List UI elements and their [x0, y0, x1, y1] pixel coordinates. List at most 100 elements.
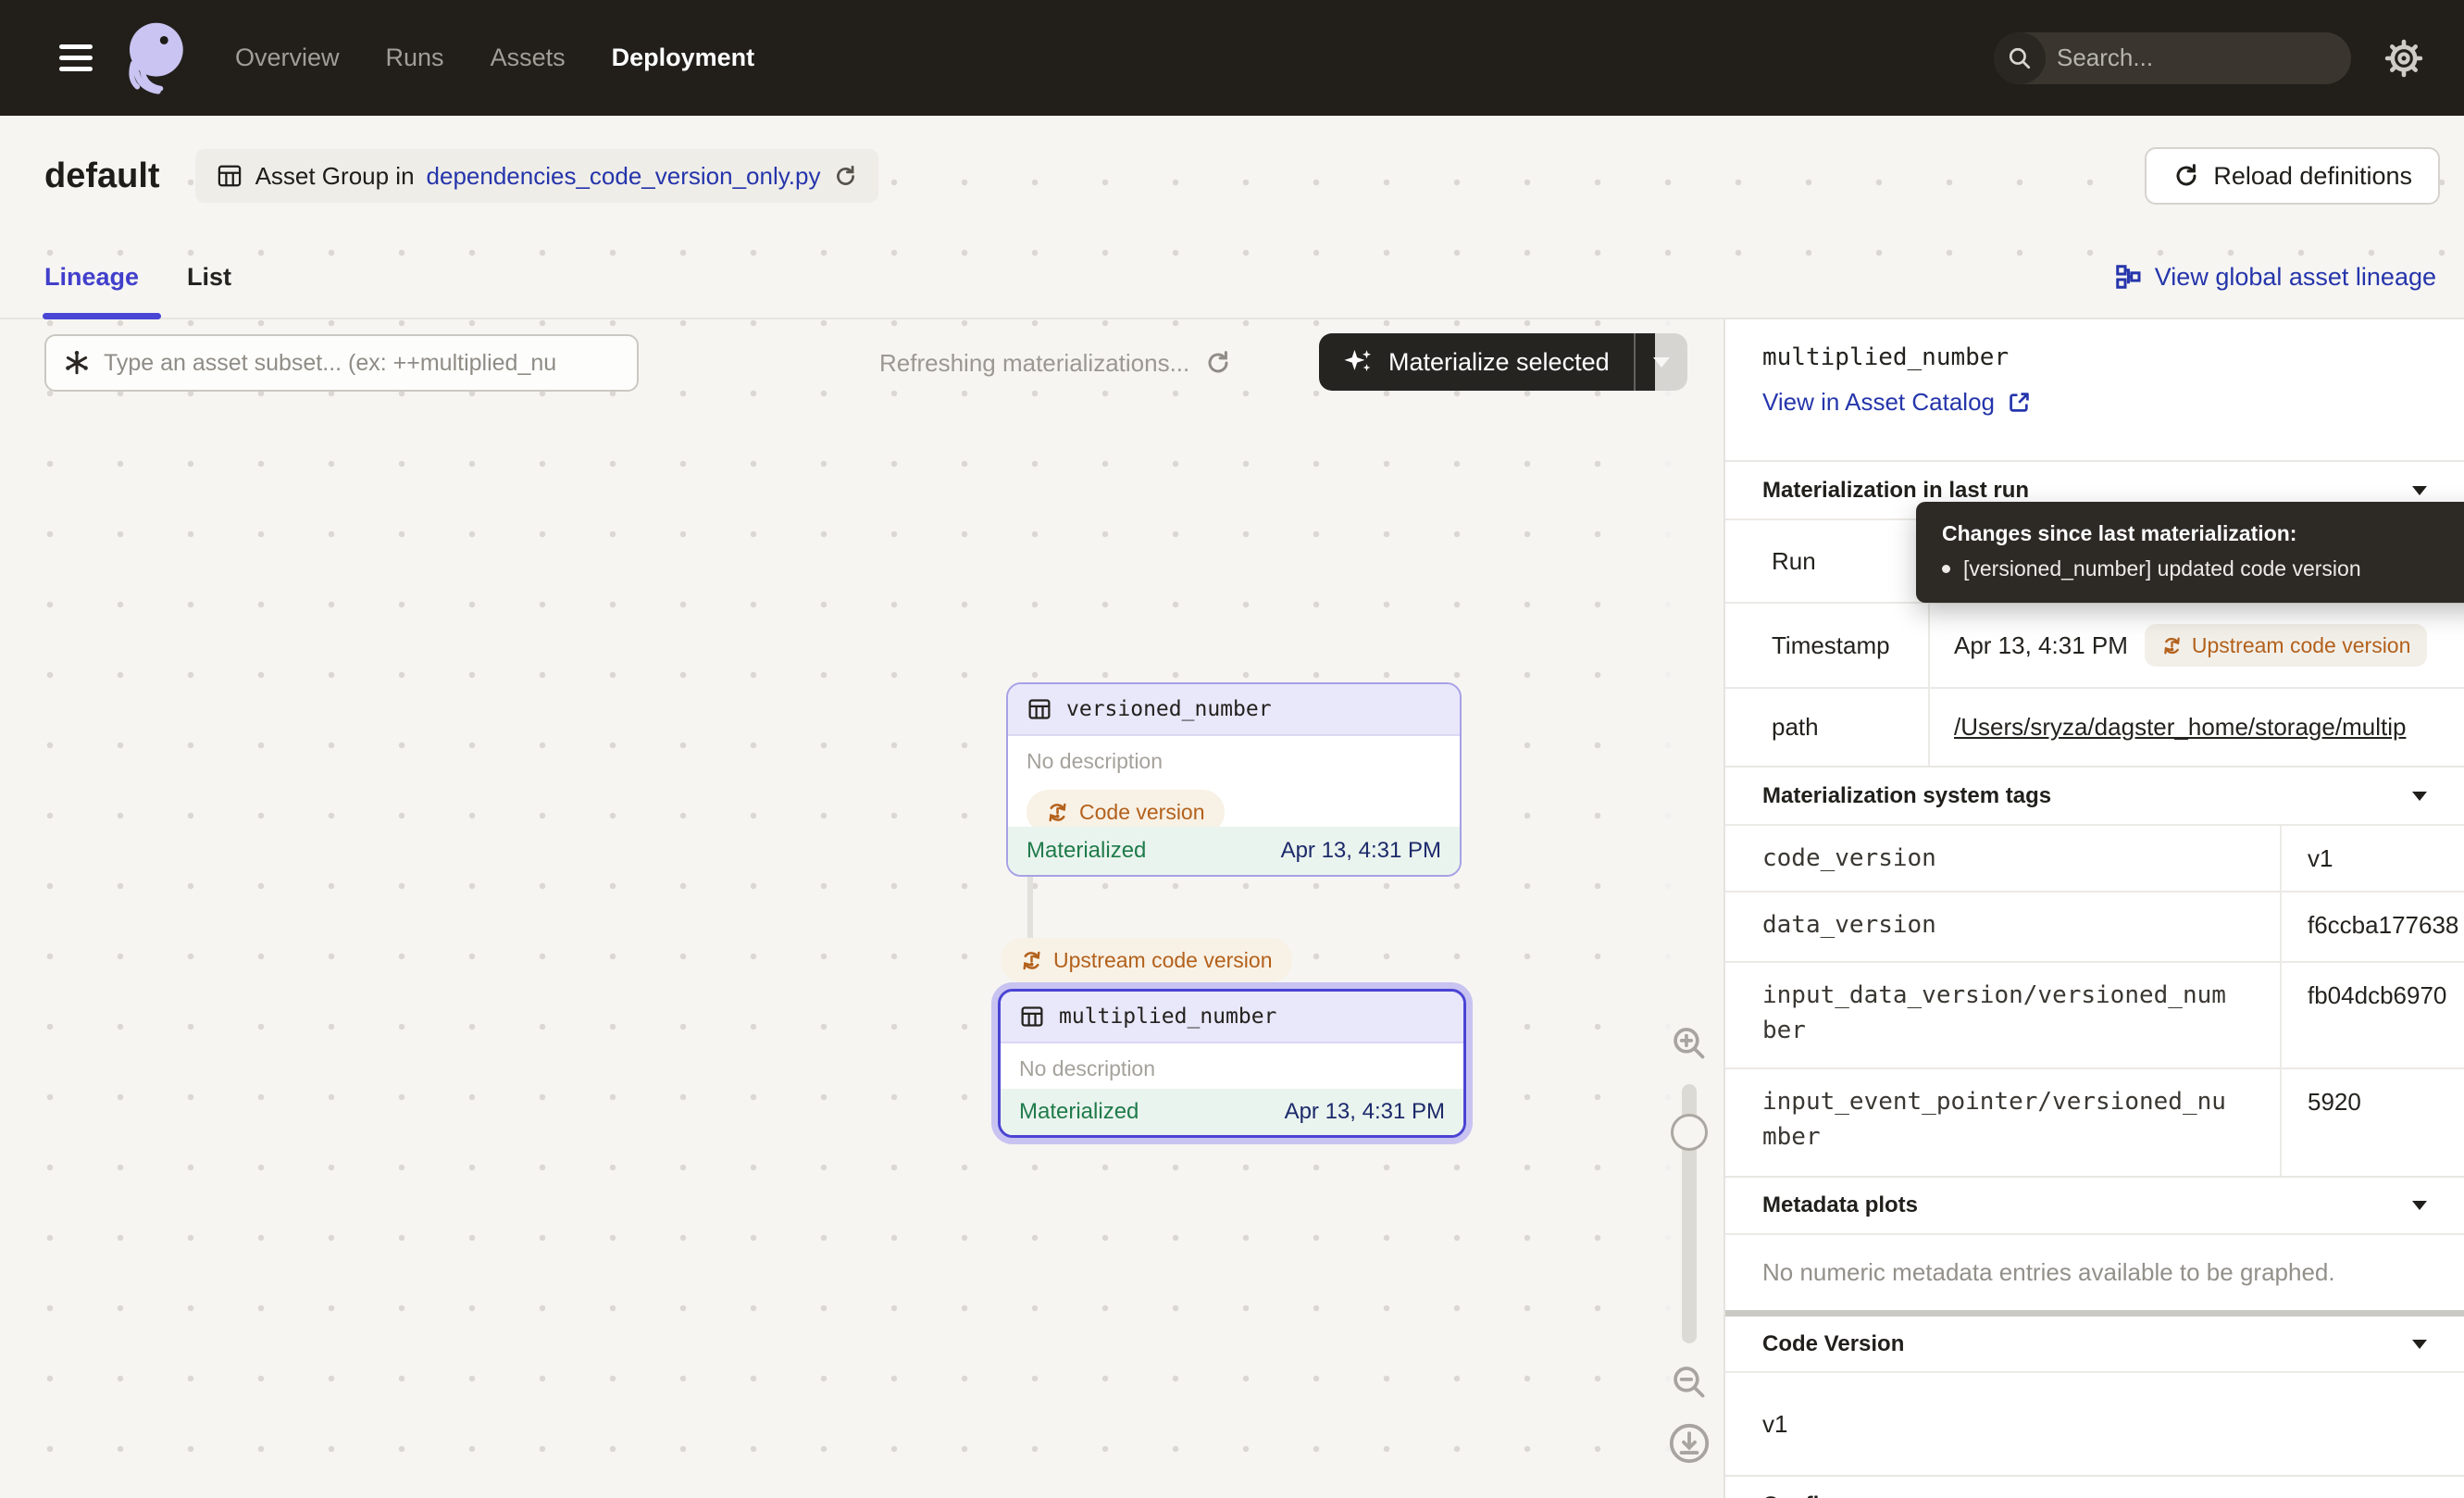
nav-item-assets[interactable]: Assets — [491, 44, 566, 72]
tooltip-item: [versioned_number] updated code version — [1942, 556, 2464, 581]
sync-alert-icon — [1046, 801, 1069, 824]
section-header-label: Code Version — [1762, 1331, 1904, 1357]
tag-row-code-version: code_version v1 — [1725, 824, 2464, 891]
tag-key: input_event_pointer/versioned_number — [1725, 1069, 2280, 1176]
materialized-status: Materialized — [1019, 1099, 1139, 1125]
reload-icon — [2172, 162, 2200, 190]
tag-row-input-event-pointer: input_event_pointer/versioned_number 592… — [1725, 1067, 2464, 1176]
tooltip-title: Changes since last materialization: — [1942, 521, 2464, 546]
collapse-caret-icon — [2412, 792, 2427, 801]
page-title: default — [44, 156, 160, 196]
asset-node-versioned-number[interactable]: versioned_number No description — [1006, 682, 1462, 877]
section-header-label: Materialization system tags — [1762, 783, 2051, 809]
tag-value: 5920 — [2280, 1069, 2464, 1176]
section-header-label: Materialization in last run — [1762, 478, 2029, 504]
collapse-caret-icon — [2412, 1340, 2427, 1349]
tag-value: f6ccba177638 — [2280, 893, 2464, 961]
collapse-caret-icon — [2412, 1201, 2427, 1210]
top-navigation: Overview Runs Assets Deployment / — [0, 0, 2464, 116]
table-grid-icon — [216, 162, 243, 190]
materialized-status: Materialized — [1027, 838, 1146, 864]
bullet-icon — [1942, 565, 1950, 573]
section-code-version[interactable]: Code Version — [1725, 1317, 2464, 1371]
tab-list-label: List — [187, 263, 231, 292]
sync-alert-icon — [1020, 949, 1043, 972]
upstream-code-version-badge[interactable]: Upstream code version — [2145, 624, 2428, 667]
row-label: path — [1725, 713, 1928, 742]
refreshing-status: Refreshing materializations... — [879, 334, 1232, 392]
active-tab-underline — [43, 313, 161, 319]
code-version-value: v1 — [1725, 1371, 2464, 1475]
asset-subset-filter[interactable] — [44, 334, 639, 392]
reload-definitions-button[interactable]: Reload definitions — [2145, 147, 2440, 205]
external-link-icon — [2007, 390, 2032, 415]
timestamp-value: Apr 13, 4:31 PM — [1954, 631, 2128, 660]
view-in-asset-catalog-label: View in Asset Catalog — [1762, 388, 1995, 417]
section-divider — [1725, 1310, 2464, 1317]
tag-value: v1 — [2280, 826, 2464, 891]
sidebar-asset-title: multiplied_number — [1762, 343, 2427, 371]
tag-row-input-data-version: input_data_version/versioned_number fb04… — [1725, 961, 2464, 1067]
view-global-asset-lineage-link[interactable]: View global asset lineage — [2114, 263, 2436, 292]
zoom-slider-knob[interactable] — [1671, 1114, 1708, 1151]
changes-tooltip: Changes since last materialization: [ver… — [1916, 502, 2464, 603]
tag-value: fb04dcb6970 — [2280, 963, 2464, 1067]
view-in-asset-catalog-link[interactable]: View in Asset Catalog — [1762, 388, 2032, 417]
zoom-out-icon[interactable] — [1669, 1362, 1710, 1403]
asset-node-description: No description — [1019, 1055, 1445, 1082]
section-materialization-system-tags[interactable]: Materialization system tags — [1725, 766, 2464, 824]
group-file-link[interactable]: dependencies_code_version_only.py — [427, 162, 821, 191]
materialized-timestamp: Apr 13, 4:31 PM — [1285, 1099, 1445, 1125]
view-global-asset-lineage-label: View global asset lineage — [2155, 263, 2436, 292]
refresh-icon[interactable] — [1204, 349, 1232, 377]
metadata-row-timestamp: Timestamp Apr 13, 4:31 PM — [1725, 602, 2464, 687]
metadata-row-path: path /Users/sryza/dagster_home/storage/m… — [1725, 687, 2464, 766]
row-label: Run — [1725, 547, 1928, 576]
tab-lineage[interactable]: Lineage — [44, 236, 139, 318]
materialize-selected-label: Materialize selected — [1388, 348, 1610, 377]
nav-item-overview[interactable]: Overview — [235, 44, 340, 72]
page-header: default Asset Group in dependencies_code… — [0, 116, 2464, 236]
asset-group-chip[interactable]: Asset Group in dependencies_code_version… — [195, 149, 878, 203]
reload-icon[interactable] — [833, 164, 858, 189]
search-input[interactable] — [2046, 44, 2351, 72]
table-grid-icon — [1019, 1004, 1045, 1030]
tab-list[interactable]: List — [187, 236, 231, 318]
section-config[interactable]: Config — [1725, 1475, 2464, 1498]
asset-node-multiplied-number[interactable]: multiplied_number No description Materia… — [998, 989, 1466, 1138]
primary-nav: Overview Runs Assets Deployment — [235, 44, 754, 72]
row-label: Timestamp — [1725, 631, 1928, 660]
download-image-icon[interactable] — [1667, 1421, 1711, 1466]
settings-gear-icon[interactable] — [2383, 37, 2425, 80]
global-search[interactable]: / — [1994, 32, 2351, 84]
code-version-badge-label: Code version — [1079, 800, 1205, 825]
asset-subset-input[interactable] — [104, 350, 620, 377]
upstream-code-version-badge[interactable]: Upstream code version — [1001, 938, 1292, 982]
upstream-code-version-label: Upstream code version — [1053, 948, 1273, 973]
nav-item-runs[interactable]: Runs — [386, 44, 444, 72]
section-metadata-plots[interactable]: Metadata plots — [1725, 1176, 2464, 1233]
sync-alert-icon — [2161, 635, 2183, 656]
tooltip-item-text: [versioned_number] updated code version — [1963, 556, 2361, 581]
metadata-plots-empty-text: No numeric metadata entries available to… — [1725, 1233, 2464, 1310]
nav-item-deployment[interactable]: Deployment — [612, 44, 755, 72]
op-selector-icon — [63, 349, 91, 377]
tag-key: data_version — [1725, 893, 2280, 961]
asset-node-description: No description — [1027, 747, 1441, 775]
zoom-controls — [1655, 319, 1724, 1498]
path-link[interactable]: /Users/sryza/dagster_home/storage/multip — [1954, 713, 2406, 742]
section-header-label: Config — [1762, 1492, 1833, 1498]
search-icon — [1994, 32, 2046, 84]
dagster-logo[interactable] — [117, 16, 193, 101]
section-header-label: Metadata plots — [1762, 1192, 1918, 1218]
materialize-selected-button[interactable]: Materialize selected — [1319, 333, 1687, 391]
hamburger-menu-icon[interactable] — [59, 44, 93, 71]
tag-key: code_version — [1725, 826, 2280, 891]
group-chip-prefix: Asset Group in — [255, 162, 415, 191]
table-grid-icon — [1027, 696, 1052, 722]
asset-node-title: versioned_number — [1066, 697, 1272, 721]
tabs-bar: Lineage List View global asset lineage — [0, 236, 2464, 319]
zoom-in-icon[interactable] — [1669, 1023, 1710, 1064]
lineage-canvas[interactable]: Refreshing materializations... — [0, 319, 1724, 1498]
sparkle-icon — [1343, 346, 1375, 378]
